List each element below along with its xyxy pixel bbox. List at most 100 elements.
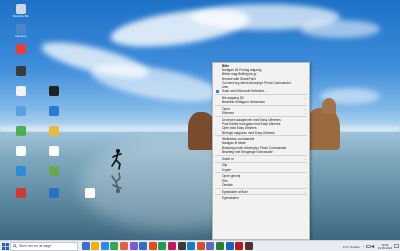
notifications-icon[interactable] (394, 244, 399, 249)
menu-item-label: Bewidrer betfagoor velossoms (222, 100, 265, 105)
taskbar-app-icon[interactable] (129, 242, 138, 250)
context-menu-item[interactable]: Sabel or › (213, 157, 309, 161)
app-icon (49, 106, 59, 116)
app-icon (16, 188, 26, 198)
submenu-arrow-icon: › (305, 111, 306, 116)
app-icon (16, 24, 26, 34)
desktop-icon[interactable] (40, 146, 68, 157)
menu-item-label: Sabel or (222, 156, 234, 161)
search-placeholder: Skriv her for at søge (19, 244, 52, 248)
desktop-icon[interactable] (40, 126, 68, 137)
context-menu-item[interactable]: Kopier (213, 168, 309, 172)
app-icon (85, 188, 95, 198)
taskbar-app-icon[interactable] (196, 242, 205, 250)
taskbar-app-icon[interactable] (81, 242, 90, 250)
rock-pinnacle (322, 98, 336, 114)
desktop-icon[interactable] (7, 44, 35, 55)
desktop-icon[interactable] (7, 126, 35, 137)
desktop-icon[interactable] (7, 146, 35, 157)
submenu-arrow-icon: › (305, 156, 306, 161)
taskbar-app-icon[interactable] (139, 242, 148, 250)
context-menu-item[interactable]: Edersen › (213, 111, 309, 115)
rock-formation-right (306, 108, 340, 150)
desktop-icon[interactable]: Desktop (7, 24, 35, 38)
runner-silhouette (111, 149, 122, 170)
taskbar-pinned-apps (80, 242, 253, 250)
menu-item-label: Kopier (222, 167, 232, 172)
desktop-icon[interactable] (40, 166, 68, 177)
app-icon (49, 188, 59, 198)
taskbar-search-box[interactable]: Skriv her for at søge (10, 241, 78, 251)
submenu-arrow-icon: › (305, 189, 306, 194)
taskbar-app-icon[interactable] (206, 242, 215, 250)
taskbar-app-icon[interactable] (235, 242, 244, 250)
app-icon (16, 66, 26, 76)
menu-item-label: Scan med Microsoft Defender... (222, 89, 267, 94)
desktop-icon-label: Recycle Bin (13, 14, 29, 18)
desktop-icon[interactable] (7, 66, 35, 77)
desktop-icon[interactable]: Recycle Bin (7, 4, 35, 18)
context-menu-item[interactable]: Egenskaber (213, 196, 309, 200)
clock[interactable]: 10:30 13-05-2024 (377, 243, 392, 250)
taskbar-app-icon[interactable] (244, 242, 253, 250)
taskbar-app-icon[interactable] (177, 242, 186, 250)
desktop-icon[interactable] (40, 86, 68, 97)
app-icon (49, 146, 59, 156)
app-icon (49, 166, 59, 176)
menu-item-label: Omdøb (222, 182, 233, 187)
desktop-wallpaper (0, 0, 400, 240)
taskbar: Skriv her for at søge 11°C Solskin ^ 10:… (0, 240, 400, 251)
menu-item-label: Egenskaber (222, 196, 240, 201)
taskbar-app-icon[interactable] (148, 242, 157, 250)
tray-overflow-icon[interactable]: ^ (363, 245, 364, 249)
cloud (88, 56, 222, 110)
desktop-icon-label: Desktop (15, 34, 27, 38)
context-menu-item[interactable]: Omdøb (213, 183, 309, 187)
taskbar-app-icon[interactable] (119, 242, 128, 250)
taskbar-app-icon[interactable] (225, 242, 234, 250)
taskbar-app-icon[interactable] (110, 242, 119, 250)
taskbar-app-icon[interactable] (167, 242, 176, 250)
context-menu-item[interactable]: Scan med Microsoft Defender... (213, 89, 309, 93)
windows-logo-icon (1, 242, 9, 250)
desktop-icon[interactable] (40, 188, 68, 199)
context-menu: Bitte Nadigan 26 Puning adgoing Blebe mag … (212, 62, 310, 240)
context-menu-item[interactable]: Bearbeg met Seogesge Videostusie (213, 150, 309, 154)
app-icon (16, 146, 26, 156)
system-tray: 11°C Solskin ^ 10:30 13-05-2024 (341, 241, 400, 251)
menu-item-label: Egnskaber at fiser (222, 189, 248, 194)
app-icon (16, 4, 26, 14)
runner-reflection (111, 172, 122, 193)
menu-item-label: Befrugs magcean med Easy Ufinmes (222, 130, 275, 135)
weather-widget[interactable]: 11°C Solskin (343, 245, 360, 249)
cloud (300, 20, 380, 38)
defender-shield-icon (216, 89, 219, 93)
clock-date: 13-05-2024 (377, 245, 392, 250)
app-icon (16, 126, 26, 136)
volume-icon[interactable] (371, 244, 376, 249)
app-icon (49, 86, 59, 96)
desktop-icon[interactable] (40, 106, 68, 117)
app-icon (16, 44, 26, 54)
desktop-icon[interactable] (7, 188, 35, 199)
desktop-icon[interactable] (7, 166, 35, 177)
start-button[interactable] (0, 241, 10, 251)
taskbar-app-icon[interactable] (187, 242, 196, 250)
app-icon (16, 106, 26, 116)
desktop-icon[interactable] (76, 188, 104, 199)
context-menu-item[interactable]: Bewidrer betfagoor velossoms (213, 100, 309, 104)
taskbar-app-icon[interactable] (91, 242, 100, 250)
desktop-icon[interactable] (7, 86, 35, 97)
menu-item-label: Edersen (222, 111, 234, 116)
menu-item-label: Bearbeg met Seogesge Videostusie (222, 149, 273, 154)
app-icon (16, 86, 26, 96)
context-menu-item[interactable]: Befrugs magcean med Easy Ufinmes (213, 130, 309, 135)
context-menu-item[interactable]: Egnskaber at fiser › (213, 189, 309, 194)
search-icon (13, 244, 17, 248)
taskbar-app-icon[interactable] (158, 242, 167, 250)
desktop-icon[interactable] (7, 106, 35, 117)
app-icon (16, 166, 26, 176)
app-icon (49, 126, 59, 136)
taskbar-app-icon[interactable] (100, 242, 109, 250)
taskbar-app-icon[interactable] (215, 242, 224, 250)
